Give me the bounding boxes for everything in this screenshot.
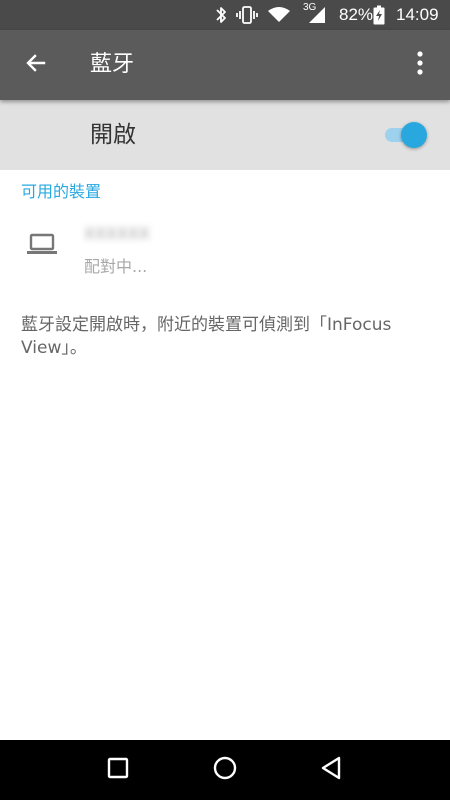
back-arrow-button[interactable] — [14, 43, 58, 87]
more-vertical-icon — [416, 50, 424, 80]
arrow-back-icon — [24, 51, 48, 79]
device-status: 配對中... — [84, 257, 148, 276]
home-icon — [213, 756, 237, 784]
back-button[interactable] — [307, 746, 355, 794]
battery-charging-icon — [372, 0, 386, 30]
device-name: XXXXXX — [84, 224, 150, 243]
back-icon — [320, 756, 342, 784]
bluetooth-master-switch-row[interactable]: 開啟 — [0, 100, 450, 170]
available-devices-header: 可用的裝置 — [21, 182, 102, 201]
cell-signal-icon — [306, 0, 328, 30]
recent-apps-icon — [107, 757, 129, 783]
clock-time: 14:09 — [396, 5, 439, 24]
laptop-icon — [26, 232, 58, 260]
toggle-thumb — [401, 122, 427, 148]
overflow-menu-button[interactable] — [398, 43, 442, 87]
navigation-bar — [0, 740, 450, 800]
home-button[interactable] — [201, 746, 249, 794]
visibility-info-text: 藍牙設定開啟時，附近的裝置可偵測到「InFocus View」。 — [21, 315, 392, 358]
page-title: 藍牙 — [90, 52, 135, 77]
wifi-icon — [266, 0, 292, 30]
bluetooth-toggle[interactable] — [382, 120, 430, 150]
status-bar: 3G 82% 14:09 — [0, 0, 450, 30]
recent-apps-button[interactable] — [94, 746, 142, 794]
app-bar: 藍牙 — [0, 30, 450, 100]
bluetooth-icon — [212, 0, 230, 30]
device-list-item[interactable]: XXXXXX 配對中... — [0, 212, 450, 282]
switch-label: 開啟 — [90, 122, 136, 148]
vibrate-icon — [234, 0, 260, 30]
battery-percent: 82% — [339, 5, 374, 24]
